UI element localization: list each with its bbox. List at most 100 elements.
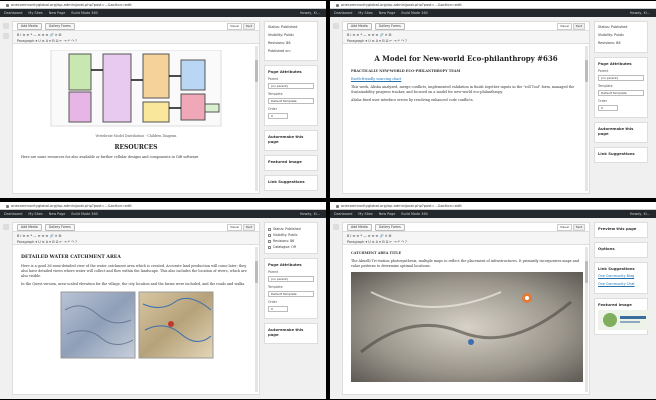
link-suggestions-box[interactable]: Link Suggestions bbox=[264, 175, 318, 191]
admin-item[interactable]: Build Mode 360 bbox=[401, 210, 427, 218]
editor-content[interactable]: DETAILED WATER CATCHMENT AREA Here is a … bbox=[13, 247, 259, 394]
tab-text[interactable]: Text bbox=[242, 22, 255, 30]
collapse-icon[interactable] bbox=[3, 224, 9, 230]
publish-box: Status: Published Visibility: Public Rev… bbox=[264, 21, 318, 61]
publish-box: Status: Published Visibility: Public Rev… bbox=[594, 21, 648, 53]
admin-item[interactable]: New Page bbox=[49, 9, 66, 17]
editor-content[interactable]: Vertebrate Model Distribution - Children… bbox=[13, 46, 259, 193]
admin-bar: Dashboard My Sites New Page Build Mode 3… bbox=[0, 9, 326, 17]
tab-visual[interactable]: Visual bbox=[226, 22, 242, 30]
admin-item[interactable]: Build Mode 360 bbox=[401, 9, 427, 17]
editor-toolbar: Add Media Gallery Forms Visual Text bbox=[343, 22, 589, 30]
autoremake-box[interactable]: Autoremake this page bbox=[264, 130, 318, 151]
editor-content[interactable]: CATCHMENT AREA TITLE The Abuelli Tri-sta… bbox=[343, 247, 589, 394]
tab-text[interactable]: Text bbox=[242, 223, 255, 231]
window-top-left: onecommunityglobal.org/wp-admin/post.php… bbox=[0, 1, 326, 198]
gallery-button[interactable]: Gallery Forms bbox=[44, 22, 75, 30]
editor-toolbar: Add Media Gallery Forms Visual Text bbox=[13, 22, 259, 30]
admin-item[interactable]: New Page bbox=[379, 210, 396, 218]
admin-user[interactable]: Howdy, Kl... bbox=[300, 210, 326, 218]
admin-user[interactable]: Howdy, Kl... bbox=[630, 9, 656, 17]
tab-visual[interactable]: Visual bbox=[556, 22, 572, 30]
admin-item[interactable]: Dashboard bbox=[334, 210, 352, 218]
url-bar[interactable]: onecommunityglobal.org/wp-admin/post.php… bbox=[330, 202, 656, 210]
preview-box[interactable]: Preview this page bbox=[594, 222, 648, 238]
url-bar[interactable]: onecommunityglobal.org/wp-admin/post.php… bbox=[0, 1, 326, 9]
admin-user[interactable]: Howdy, Kl... bbox=[300, 9, 326, 17]
scrollbar[interactable] bbox=[585, 247, 588, 392]
autoremake-box[interactable]: Autoremake this page bbox=[264, 323, 318, 344]
sidebar: Status: Published Visibility: Public Rev… bbox=[264, 21, 318, 194]
order-input[interactable]: 0 bbox=[268, 113, 288, 119]
page-attributes-box: Page Attributes Parent (no parent) Templ… bbox=[264, 65, 318, 126]
paragraph: Alisha fixed user interface errors by re… bbox=[351, 98, 474, 102]
link-suggestions-box[interactable]: Link Suggestions bbox=[594, 147, 648, 163]
order-input[interactable]: 0 bbox=[598, 105, 618, 111]
window-bottom-right: onecommunityglobal.org/wp-admin/post.php… bbox=[330, 202, 656, 399]
add-media-button[interactable]: Add Media bbox=[347, 22, 372, 30]
collapse-icon[interactable] bbox=[3, 23, 9, 29]
template-select[interactable]: Default Template bbox=[598, 90, 644, 96]
gallery-button[interactable]: Gallery Forms bbox=[44, 223, 75, 231]
admin-user[interactable]: Howdy, Kl... bbox=[630, 210, 656, 218]
editor: Add Media Gallery Forms Visual Text B I ≡… bbox=[12, 222, 260, 395]
scrollbar[interactable] bbox=[255, 247, 258, 392]
featured-box[interactable]: Featured Image bbox=[594, 298, 650, 335]
gallery-button[interactable]: Gallery Forms bbox=[374, 22, 405, 30]
admin-item[interactable]: Build Mode 360 bbox=[71, 210, 97, 218]
add-media-button[interactable]: Add Media bbox=[347, 223, 372, 231]
page-attributes-box: Page Attributes Parent (no parent) Templ… bbox=[264, 258, 318, 319]
admin-bar: Dashboard My Sites New Page Build Mode 3… bbox=[330, 210, 656, 218]
editor: Add Media Gallery Forms Visual Text B I ≡… bbox=[12, 21, 260, 194]
editor-content[interactable]: A Model for New-world Eco-philanthropy #… bbox=[343, 46, 589, 193]
parent-select[interactable]: (no parent) bbox=[268, 83, 314, 89]
tab-text[interactable]: Text bbox=[572, 22, 585, 30]
subtitle: PRACTICALLY NEW-WORLD ECO-PHILANTHROPY T… bbox=[351, 69, 461, 73]
admin-item[interactable]: My Sites bbox=[358, 210, 372, 218]
admin-item[interactable]: New Page bbox=[49, 210, 66, 218]
options-box[interactable]: Options bbox=[594, 242, 648, 258]
featured-box[interactable]: Featured Image bbox=[264, 155, 318, 171]
scrollbar[interactable] bbox=[585, 46, 588, 191]
admin-item[interactable]: Dashboard bbox=[334, 9, 352, 17]
admin-item[interactable]: Dashboard bbox=[4, 210, 22, 218]
format-toolbar[interactable]: B I ≡ ≡ ❝ — ≡ ≡ ≡ 🔗 ✕ ⊞ Paragraph ▾ U ≡ A… bbox=[343, 30, 589, 44]
parent-select[interactable]: (no parent) bbox=[268, 276, 314, 282]
template-select[interactable]: Default Template bbox=[268, 291, 314, 297]
admin-item[interactable]: Build Mode 360 bbox=[71, 9, 97, 17]
gallery-button[interactable]: Gallery Forms bbox=[374, 223, 405, 231]
parent-select[interactable]: (no parent) bbox=[598, 75, 644, 81]
url-bar[interactable]: onecommunityglobal.org/wp-admin/post.php… bbox=[0, 202, 326, 210]
section-heading: RESOURCES bbox=[114, 144, 158, 151]
scrollbar[interactable] bbox=[255, 46, 258, 191]
page-attributes-box: Page Attributes Parent (no parent) Templ… bbox=[594, 57, 648, 118]
editor-toolbar: Add Media Gallery Forms Visual Text bbox=[343, 223, 589, 231]
dashboard-icon[interactable] bbox=[3, 33, 9, 39]
paragraph: Earth-friendly sourcing chart bbox=[351, 77, 402, 81]
url-bar[interactable]: onecommunityglobal.org/wp-admin/post.php… bbox=[330, 1, 656, 9]
admin-item[interactable]: My Sites bbox=[358, 9, 372, 17]
collapse-icon[interactable] bbox=[333, 224, 339, 230]
admin-item[interactable]: Dashboard bbox=[4, 9, 22, 17]
collapse-icon[interactable] bbox=[333, 23, 339, 29]
editor-toolbar: Add Media Gallery Forms Visual Text bbox=[13, 223, 259, 231]
format-toolbar[interactable]: B I ≡ ≡ ❝ — ≡ ≡ ≡ 🔗 ✕ ⊞ Paragraph ▾ U ≡ A… bbox=[13, 231, 259, 245]
paragraph: Here are some resources for also availab… bbox=[21, 155, 200, 159]
format-toolbar[interactable]: B I ≡ ≡ ❝ — ≡ ≡ ≡ 🔗 ✕ ⊞ Paragraph ▾ U ≡ A… bbox=[13, 30, 259, 44]
add-media-button[interactable]: Add Media bbox=[17, 223, 42, 231]
admin-item[interactable]: My Sites bbox=[28, 9, 42, 17]
link-suggestions-box: Link Suggestions One Community Blog One … bbox=[594, 262, 648, 294]
order-input[interactable]: 0 bbox=[268, 306, 288, 312]
paragraph: In the Quest version, area-scaled elevat… bbox=[21, 282, 246, 286]
template-select[interactable]: Default Template bbox=[268, 98, 314, 104]
admin-item[interactable]: My Sites bbox=[28, 210, 42, 218]
tab-visual[interactable]: Visual bbox=[226, 223, 242, 231]
admin-item[interactable]: New Page bbox=[379, 9, 396, 17]
tab-visual[interactable]: Visual bbox=[556, 223, 572, 231]
format-toolbar[interactable]: B I ≡ ≡ ❝ — ≡ ≡ ≡ 🔗 ✕ ⊞ Paragraph ▾ U ≡ A… bbox=[343, 231, 589, 245]
featured-image-thumbnail[interactable] bbox=[598, 310, 650, 330]
tab-text[interactable]: Text bbox=[572, 223, 585, 231]
lock-icon bbox=[336, 204, 339, 208]
autoremake-box[interactable]: Autoremake this page bbox=[594, 122, 648, 143]
add-media-button[interactable]: Add Media bbox=[17, 22, 42, 30]
